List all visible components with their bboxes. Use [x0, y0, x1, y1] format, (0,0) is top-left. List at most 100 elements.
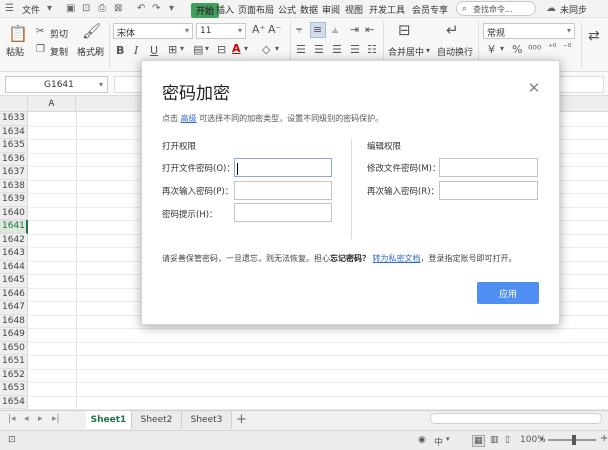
- wrap-text-icon[interactable]: ↵: [446, 21, 459, 39]
- open-password-field[interactable]: [234, 158, 332, 177]
- decrease-decimal-icon[interactable]: ⁻⁰: [563, 43, 571, 53]
- font-color-icon[interactable]: A: [232, 42, 241, 55]
- copy-icon[interactable]: ❐: [36, 44, 45, 55]
- column-header-a[interactable]: A: [28, 96, 76, 112]
- select-all-corner[interactable]: [0, 96, 28, 112]
- name-box[interactable]: G1641 ▾: [5, 76, 108, 93]
- row-header[interactable]: 1646: [0, 288, 28, 301]
- tab-view[interactable]: 视图: [345, 3, 363, 16]
- type-convert-icon[interactable]: ⇄: [588, 28, 600, 44]
- print-icon[interactable]: ⎙: [98, 3, 106, 14]
- row-header[interactable]: 1654: [0, 396, 28, 409]
- align-middle-icon[interactable]: ≡: [313, 23, 322, 36]
- close-icon[interactable]: ✕: [526, 80, 542, 96]
- sheet-tab-3[interactable]: Sheet3: [182, 411, 232, 429]
- redo-icon[interactable]: ↷: [152, 3, 160, 14]
- menu-icon[interactable]: ☰: [5, 3, 14, 14]
- paste-icon[interactable]: 📋: [8, 24, 28, 43]
- open-folder-icon[interactable]: ⊡: [82, 3, 90, 14]
- row-header[interactable]: 1643: [0, 247, 28, 261]
- command-search[interactable]: ⌕ 查找命令...: [456, 1, 536, 16]
- bold-icon[interactable]: B: [116, 44, 124, 57]
- open-password-confirm-field[interactable]: [234, 181, 332, 200]
- row-header[interactable]: 1637: [0, 166, 28, 180]
- increase-font-icon[interactable]: A⁺: [252, 23, 265, 36]
- tab-formulas[interactable]: 公式: [278, 3, 296, 16]
- tab-data[interactable]: 数据: [300, 3, 318, 16]
- wrap-text-button[interactable]: 自动换行: [437, 45, 473, 58]
- scissors-icon[interactable]: ✂: [36, 26, 44, 37]
- indent-icon[interactable]: ⇥: [350, 23, 359, 36]
- align-left-icon[interactable]: ☰: [296, 43, 306, 56]
- row-header[interactable]: 1647: [0, 301, 28, 315]
- edit-password-field[interactable]: [439, 158, 538, 177]
- number-format-select[interactable]: 常规 ▾: [483, 23, 575, 39]
- sheet-tab-2[interactable]: Sheet2: [132, 411, 182, 429]
- decrease-font-icon[interactable]: A⁻: [268, 23, 281, 36]
- thousands-icon[interactable]: ⁰⁰⁰: [528, 43, 541, 56]
- italic-icon[interactable]: I: [134, 44, 138, 57]
- distributed-icon[interactable]: ☷: [367, 43, 377, 56]
- justify-icon[interactable]: ☰: [350, 43, 360, 56]
- align-right-icon[interactable]: ☰: [332, 43, 342, 56]
- row-header[interactable]: 1649: [0, 328, 28, 342]
- normal-view-icon[interactable]: ▦: [472, 435, 485, 447]
- format-painter-button[interactable]: 格式刷: [77, 45, 104, 58]
- merge-center-button[interactable]: 合并居中: [388, 45, 424, 58]
- horizontal-scrollbar[interactable]: [430, 413, 602, 424]
- format-painter-icon[interactable]: 🖌: [82, 22, 101, 40]
- tab-start[interactable]: 开始: [191, 3, 220, 18]
- row-header[interactable]: 1634: [0, 126, 28, 139]
- currency-dropdown-icon[interactable]: ▾: [500, 44, 504, 53]
- password-hint-field[interactable]: [234, 203, 332, 222]
- align-top-icon[interactable]: ⫧: [296, 23, 302, 37]
- file-menu[interactable]: 文件: [22, 3, 40, 16]
- tab-member[interactable]: 会员专享: [412, 3, 448, 16]
- row-header[interactable]: 1639: [0, 193, 28, 207]
- outdent-icon[interactable]: ⇤: [365, 23, 374, 36]
- eraser-dropdown-icon[interactable]: ▾: [275, 44, 279, 53]
- row-header[interactable]: 1645: [0, 274, 28, 288]
- page-layout-view-icon[interactable]: ▥: [490, 435, 499, 445]
- row-header[interactable]: 1635: [0, 139, 28, 153]
- row-header[interactable]: 1644: [0, 261, 28, 274]
- eraser-icon[interactable]: ◇: [262, 43, 270, 56]
- prev-sheet-icon[interactable]: ◂: [24, 414, 29, 424]
- row-header[interactable]: 1650: [0, 342, 28, 355]
- row-header[interactable]: 1640: [0, 207, 28, 220]
- tab-insert[interactable]: 插入: [216, 3, 234, 16]
- apply-button[interactable]: 应用: [477, 282, 539, 304]
- fill-color-icon[interactable]: ▤: [193, 43, 203, 56]
- font-color-dropdown-icon[interactable]: ▾: [244, 44, 248, 53]
- eye-protection-icon[interactable]: ◉: [418, 435, 426, 445]
- sync-status[interactable]: 未同步: [560, 3, 587, 16]
- language-dropdown-icon[interactable]: ▾: [446, 435, 450, 443]
- font-name-select[interactable]: 宋体 ▾: [113, 23, 193, 39]
- cell-style-icon[interactable]: ⊟: [217, 43, 226, 56]
- tab-developer[interactable]: 开发工具: [369, 3, 405, 16]
- add-sheet-button[interactable]: +: [236, 412, 247, 427]
- first-sheet-icon[interactable]: |◂: [8, 414, 16, 424]
- customize-dropdown-icon[interactable]: ▾: [169, 3, 174, 14]
- row-header[interactable]: 1633: [0, 112, 28, 126]
- save-icon[interactable]: ▣: [66, 3, 75, 14]
- align-bottom-icon[interactable]: ⫨: [332, 23, 338, 37]
- underline-icon[interactable]: U: [150, 44, 158, 57]
- percent-button[interactable]: %: [512, 43, 522, 56]
- row-header[interactable]: 1652: [0, 369, 28, 382]
- paste-button[interactable]: 粘贴: [6, 45, 24, 58]
- font-size-select[interactable]: 11 ▾: [196, 23, 246, 39]
- copy-button[interactable]: 复制: [50, 45, 68, 58]
- row-header[interactable]: 1651: [0, 355, 28, 369]
- private-document-link[interactable]: 转为私密文档: [373, 254, 421, 263]
- last-sheet-icon[interactable]: ▸|: [52, 414, 60, 424]
- align-center-icon[interactable]: ☰: [314, 43, 324, 56]
- row-header[interactable]: 1648: [0, 315, 28, 328]
- increase-decimal-icon[interactable]: ⁺⁰: [548, 43, 556, 53]
- currency-button[interactable]: ¥: [488, 43, 495, 56]
- cut-button[interactable]: 剪切: [50, 27, 68, 40]
- zoom-in-icon[interactable]: +: [600, 433, 608, 444]
- advanced-link[interactable]: 高级: [181, 114, 197, 123]
- border-icon[interactable]: ⊞: [168, 43, 177, 56]
- zoom-dropdown-icon[interactable]: ▾: [540, 435, 544, 443]
